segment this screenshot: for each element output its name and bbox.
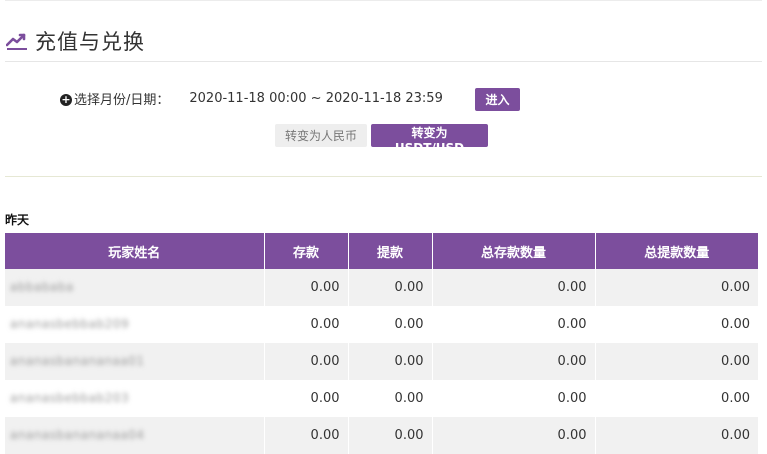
total-withdraw-cell: 0.00: [595, 269, 758, 306]
deposit-cell: 0.00: [264, 417, 349, 454]
page-title: 充值与兑换: [35, 30, 145, 54]
plus-circle-icon[interactable]: +: [60, 93, 72, 106]
total-deposit-cell: 0.00: [432, 380, 596, 417]
enter-button[interactable]: 进入: [475, 88, 520, 111]
withdraw-cell: 0.00: [348, 306, 433, 343]
date-range-picker[interactable]: 2020-11-18 00:00 ~ 2020-11-18 23:59: [189, 91, 442, 106]
convert-rmb-button[interactable]: 转变为人民币: [275, 124, 367, 147]
header-divider: [5, 61, 762, 62]
convert-usdt-button[interactable]: 转变为USDT/USD: [371, 124, 488, 155]
player-name: abbababa: [10, 280, 74, 294]
column-header-deposit: 存款: [264, 233, 349, 269]
section-divider: [5, 176, 762, 177]
deposit-cell: 0.00: [264, 343, 349, 380]
player-name-cell: ananasbanananaa04: [5, 417, 265, 454]
column-header-withdraw: 提款: [348, 233, 433, 269]
table-row: ananasbebbab209 0.00 0.00 0.00 0.00: [5, 306, 758, 343]
date-filter: + 选择月份/日期： 2020-11-18 00:00 ~ 2020-11-18…: [60, 89, 443, 108]
date-filter-label: 选择月份/日期：: [74, 93, 170, 108]
page-header: 充值与兑换: [6, 26, 145, 56]
table-row: abbababa 0.00 0.00 0.00 0.00: [5, 269, 758, 306]
table-row: ananasbanananaa04 0.00 0.00 0.00 0.00: [5, 417, 758, 454]
withdraw-cell: 0.00: [348, 380, 433, 417]
player-name: ananasbebbab203: [10, 391, 130, 405]
report-table: 玩家姓名 存款 提款 总存款数量 总提款数量 abbababa 0.00 0.0…: [5, 233, 758, 454]
total-withdraw-cell: 0.00: [595, 343, 758, 380]
total-withdraw-cell: 0.00: [595, 380, 758, 417]
deposit-cell: 0.00: [264, 380, 349, 417]
player-name: ananasbebbab209: [10, 317, 130, 331]
player-name-cell: ananasbebbab203: [5, 380, 265, 417]
deposit-cell: 0.00: [264, 269, 349, 306]
column-header-player: 玩家姓名: [5, 233, 265, 269]
player-name: ananasbanananaa01: [10, 354, 145, 368]
total-deposit-cell: 0.00: [432, 306, 596, 343]
total-deposit-cell: 0.00: [432, 343, 596, 380]
withdraw-cell: 0.00: [348, 417, 433, 454]
deposit-cell: 0.00: [264, 306, 349, 343]
table-row: ananasbanananaa01 0.00 0.00 0.00 0.00: [5, 343, 758, 380]
table-row: ananasbebbab203 0.00 0.00 0.00 0.00: [5, 380, 758, 417]
total-withdraw-cell: 0.00: [595, 306, 758, 343]
section-title: 昨天: [5, 213, 30, 227]
column-header-total-deposit: 总存款数量: [432, 233, 596, 269]
trend-up-icon: [6, 33, 27, 50]
player-name: ananasbanananaa04: [10, 428, 145, 442]
withdraw-cell: 0.00: [348, 269, 433, 306]
player-name-cell: ananasbanananaa01: [5, 343, 265, 380]
player-name-cell: ananasbebbab209: [5, 306, 265, 343]
player-name-cell: abbababa: [5, 269, 265, 306]
total-deposit-cell: 0.00: [432, 417, 596, 454]
total-deposit-cell: 0.00: [432, 269, 596, 306]
column-header-total-withdraw: 总提款数量: [595, 233, 758, 269]
total-withdraw-cell: 0.00: [595, 417, 758, 454]
table-header-row: 玩家姓名 存款 提款 总存款数量 总提款数量: [5, 233, 758, 269]
top-divider: [5, 0, 762, 1]
currency-toggle: 转变为人民币 转变为USDT/USD: [275, 124, 488, 155]
withdraw-cell: 0.00: [348, 343, 433, 380]
